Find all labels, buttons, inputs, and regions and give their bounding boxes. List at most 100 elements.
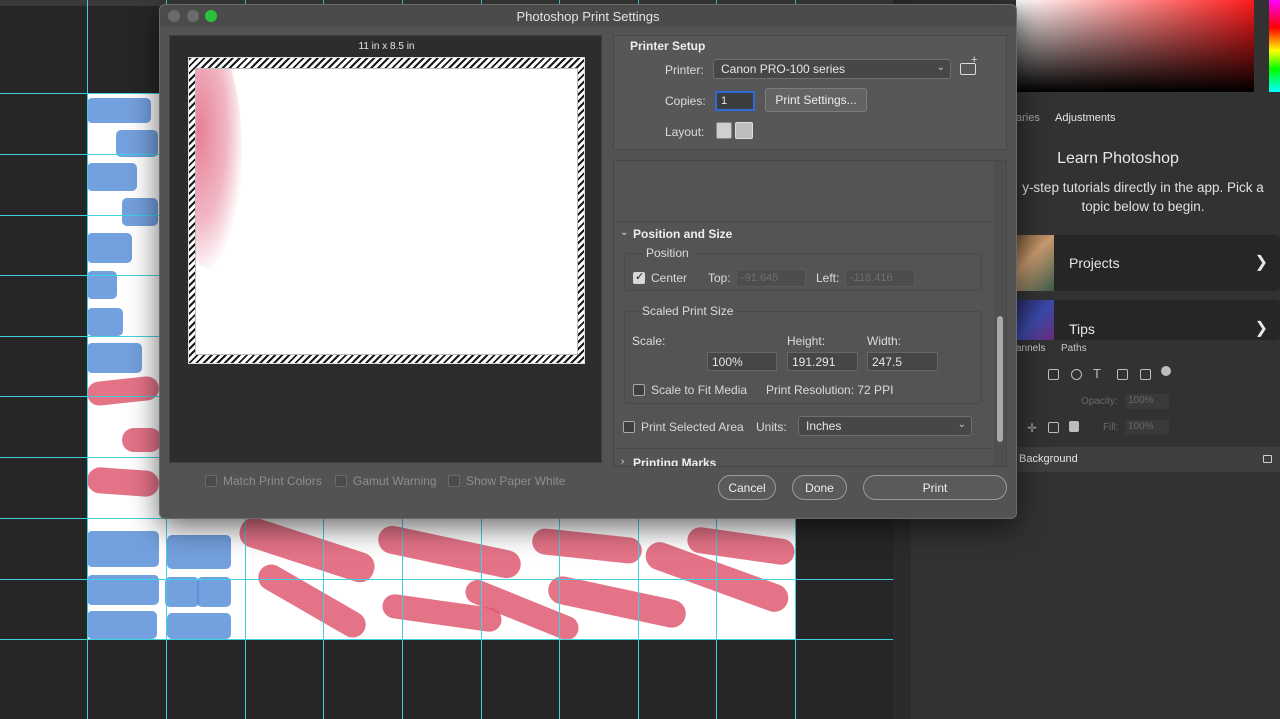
paper-preview	[188, 57, 585, 364]
blue-brick	[87, 611, 157, 639]
units-select[interactable]: Inches ⌄	[798, 416, 972, 436]
filter-toggle-icon[interactable]	[1161, 366, 1171, 376]
scale-to-fit-media-checkbox[interactable]: Scale to Fit Media	[633, 383, 747, 397]
units-select-value: Inches	[806, 419, 842, 433]
artboard-lock-icon[interactable]	[1048, 422, 1059, 433]
adjustment-filter-icon[interactable]	[1071, 369, 1082, 380]
center-checkbox[interactable]: Center	[633, 270, 687, 285]
gamut-warning-checkbox[interactable]: Gamut Warning	[335, 474, 437, 488]
position-and-size-title[interactable]: Position and Size	[633, 227, 732, 241]
settings-scroll-area[interactable]: ⌄ Position and Size Position Center Top:…	[613, 160, 1007, 467]
learn-card-tips[interactable]: Tips ❯	[1016, 300, 1280, 340]
width-label: Width:	[867, 334, 902, 348]
printer-select[interactable]: Canon PRO-100 series ⌄	[713, 59, 951, 79]
pink-stroke	[375, 523, 524, 581]
show-paper-white-checkbox[interactable]: Show Paper White	[448, 474, 565, 488]
image-filter-icon[interactable]	[1048, 369, 1059, 380]
layout-label: Layout:	[665, 125, 705, 139]
fill-value[interactable]: 100%	[1125, 420, 1169, 435]
blue-brick	[167, 613, 231, 639]
dialog-title: Photoshop Print Settings	[516, 9, 660, 24]
smart-object-filter-icon[interactable]	[1140, 369, 1151, 380]
print-settings-button[interactable]: Print Settings...	[765, 88, 867, 112]
layer-row-background[interactable]: Background	[1016, 447, 1280, 472]
chevron-right-icon[interactable]: ›	[621, 456, 624, 466]
printer-setup-section: Printer Setup Printer: Canon PRO-100 ser…	[613, 35, 1007, 150]
lock-all-icon[interactable]: lock-icon	[1069, 421, 1079, 432]
tab-paths[interactable]: Paths	[1061, 343, 1087, 354]
chevron-down-icon: ⌄	[957, 419, 966, 430]
checkbox-box	[633, 270, 645, 284]
settings-scrollbar[interactable]	[994, 161, 1006, 466]
chevron-right-icon: ❯	[1254, 320, 1268, 337]
position-group-label: Position	[643, 246, 692, 260]
pink-stroke	[122, 428, 162, 452]
blue-brick	[167, 535, 231, 569]
portrait-layout-icon[interactable]	[716, 122, 732, 139]
copies-label: Copies:	[665, 94, 706, 108]
left-label: Left:	[816, 271, 840, 285]
print-preview-pane[interactable]: 11 in x 8.5 in	[169, 35, 602, 463]
dialog-titlebar[interactable]: Photoshop Print Settings	[160, 5, 1016, 27]
move-lock-icon[interactable]: ✛	[1027, 421, 1037, 435]
fill-label: Fill:	[1103, 422, 1119, 433]
height-input[interactable]: 191.291	[787, 352, 858, 371]
layer-lock-icon	[1263, 455, 1272, 463]
cancel-button[interactable]: Cancel	[718, 475, 776, 500]
blue-brick	[165, 577, 199, 607]
hue-slider[interactable]	[1269, 0, 1280, 92]
checkbox-box	[335, 475, 347, 487]
guide-line	[0, 579, 893, 580]
top-label: Top:	[708, 271, 731, 285]
scaled-print-size-label: Scaled Print Size	[639, 304, 737, 318]
color-field[interactable]	[1016, 0, 1254, 92]
tab-adjustments[interactable]: Adjustments	[1055, 112, 1116, 124]
learn-card-projects[interactable]: Projects ❯	[1016, 235, 1280, 291]
printer-select-value: Canon PRO-100 series	[721, 62, 846, 76]
scale-label: Scale:	[632, 334, 666, 348]
guide-line	[0, 639, 893, 640]
learn-panel-tabs: aries Adjustments	[1016, 109, 1280, 129]
shape-filter-icon[interactable]	[1117, 369, 1128, 380]
height-label: Height:	[787, 334, 826, 348]
left-input[interactable]: -118.416	[845, 269, 915, 287]
tab-libraries[interactable]: aries	[1016, 112, 1040, 124]
tab-channels[interactable]: annels	[1016, 343, 1045, 354]
checkbox-box	[633, 384, 645, 396]
opacity-value[interactable]: 100%	[1125, 394, 1169, 409]
checkbox-label: Scale to Fit Media	[651, 383, 748, 397]
pink-stroke	[530, 527, 644, 565]
learn-panel-subtitle: y-step tutorials directly in the app. Pi…	[1022, 180, 1264, 214]
blue-brick	[122, 198, 158, 226]
chevron-down-icon[interactable]: ⌄	[620, 227, 628, 238]
scrollbar-thumb[interactable]	[997, 316, 1003, 442]
print-resolution-text: Print Resolution: 72 PPI	[766, 383, 894, 397]
printer-label: Printer:	[665, 63, 704, 77]
printing-marks-title[interactable]: Printing Marks	[633, 456, 716, 466]
match-print-colors-checkbox[interactable]: Match Print Colors	[205, 474, 322, 488]
print-button[interactable]: Print	[863, 475, 1007, 500]
done-button[interactable]: Done	[792, 475, 847, 500]
landscape-layout-icon[interactable]	[735, 122, 753, 139]
learn-card-label: Projects	[1069, 255, 1120, 271]
copies-input[interactable]: 1	[715, 91, 755, 111]
blue-brick	[87, 233, 132, 263]
layer-name: Background	[1019, 453, 1078, 465]
units-label: Units:	[756, 420, 787, 434]
opacity-label: Opacity:	[1081, 396, 1118, 407]
width-input[interactable]: 247.5	[867, 352, 938, 371]
type-filter-icon[interactable]: T	[1093, 366, 1101, 381]
checkbox-box	[205, 475, 217, 487]
checkbox-label: Show Paper White	[466, 474, 566, 488]
guide-line	[87, 0, 88, 719]
pink-stroke	[87, 375, 161, 407]
print-selected-area-checkbox[interactable]: Print Selected Area	[623, 420, 744, 434]
projects-thumbnail	[1016, 235, 1054, 291]
blue-brick	[87, 98, 151, 123]
chevron-right-icon: ❯	[1254, 254, 1268, 271]
blue-brick	[87, 308, 123, 336]
blue-brick	[87, 163, 137, 191]
settings-column: Printer Setup Printer: Canon PRO-100 ser…	[613, 35, 1007, 467]
top-input[interactable]: -91.645	[736, 269, 806, 287]
scale-input[interactable]: 100%	[707, 352, 777, 371]
